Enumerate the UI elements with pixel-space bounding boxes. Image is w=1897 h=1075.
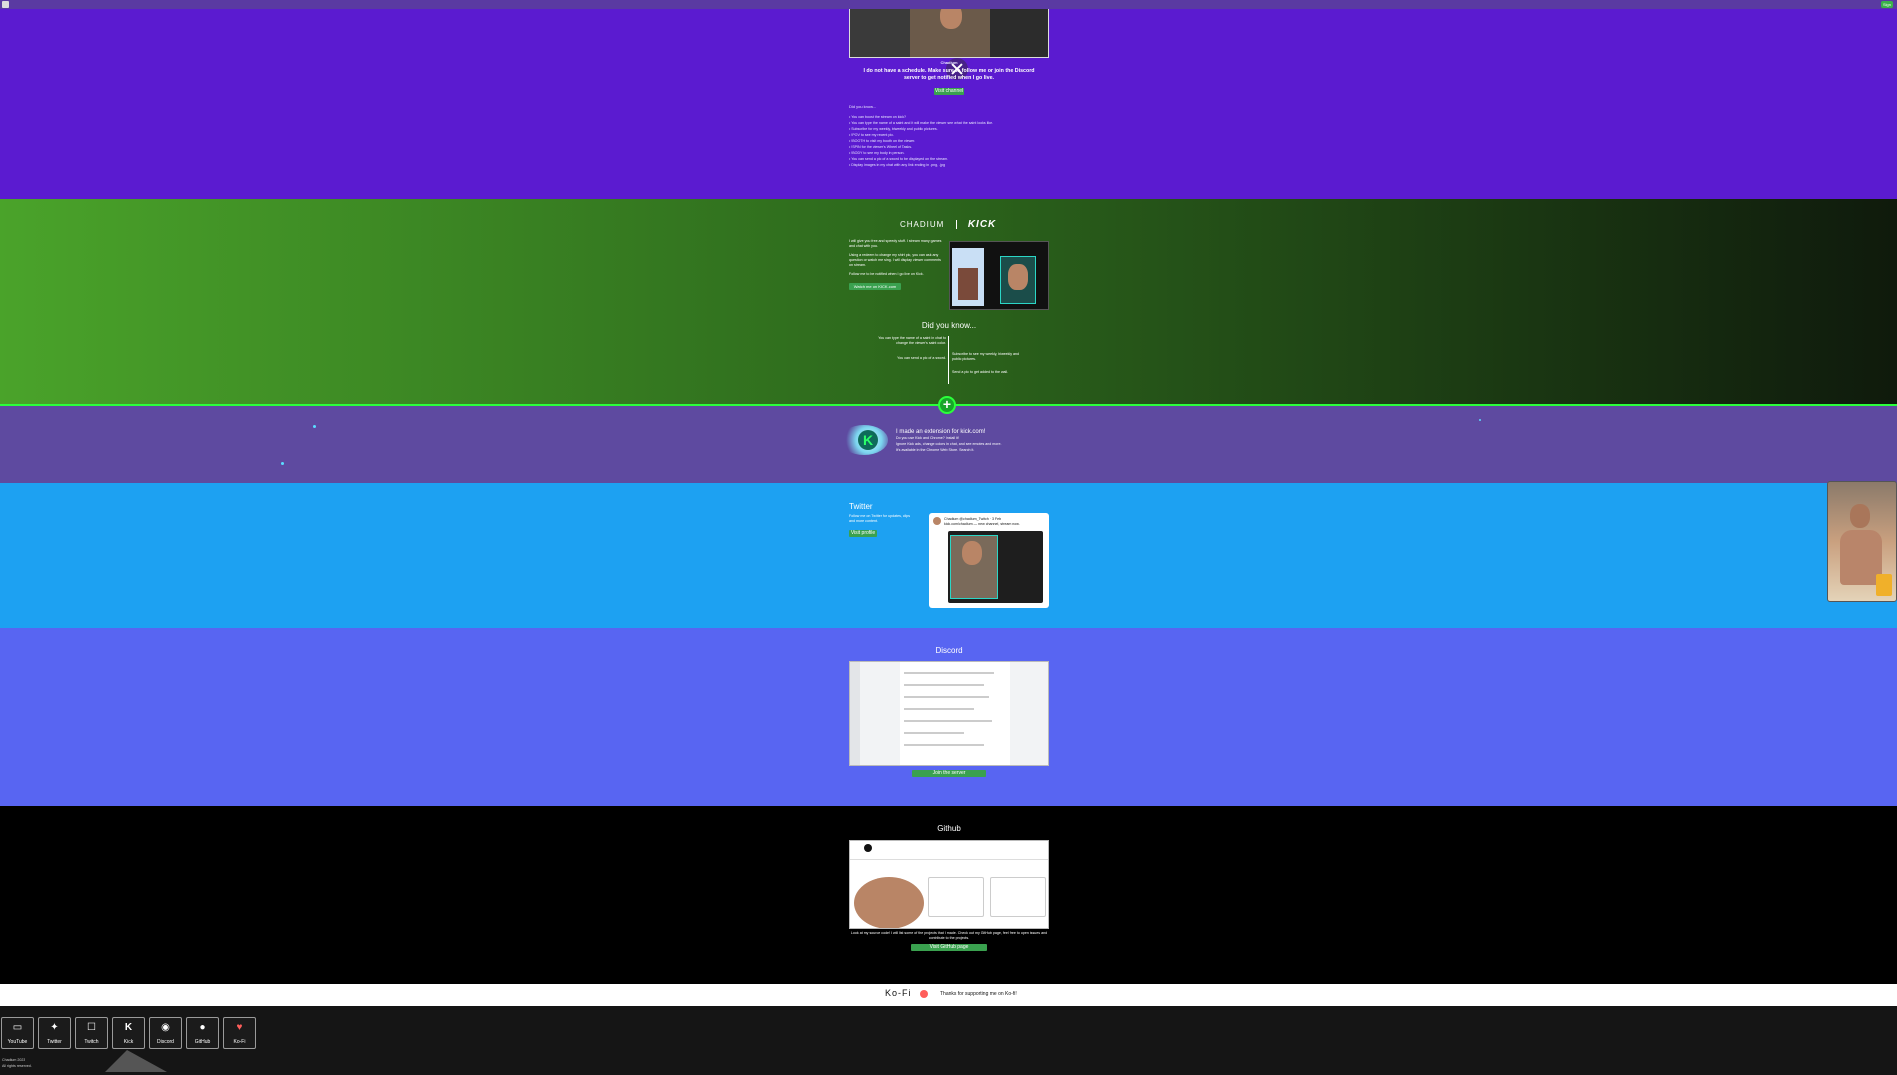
social-kofi[interactable]: ♥ Ko-Fi — [223, 1017, 256, 1049]
kick-paragraph-3: Follow me to be notified when I go live … — [849, 272, 924, 276]
kick-fact: Send a pic to get added to the wall. — [952, 370, 1009, 374]
kofi-icon: ♥ — [236, 1022, 243, 1033]
tweet-text: kick.com/chadium — new channel, stream n… — [944, 522, 1020, 526]
schedule-line-1: I do not have a schedule. Make sure to f… — [863, 68, 1035, 74]
github-icon: ● — [199, 1022, 206, 1033]
sparkle-icon — [313, 425, 316, 428]
extension-line-2: It's available in the Chrome Web Store. … — [896, 448, 975, 452]
kick-fact: Subscribe to see my weekly, biweekly and… — [952, 352, 1020, 361]
top-bar: Sign — [0, 0, 1897, 9]
tweet-card[interactable]: Chadium @chadium_Twitch · 3 Feb kick.com… — [929, 513, 1049, 608]
kick-logo-icon: KICK — [967, 219, 997, 230]
social-twitch[interactable]: ☐ Twitch — [75, 1017, 108, 1049]
kick-paragraph-2: Using a redeem to change my shirt pic, y… — [849, 253, 941, 267]
schedule-line-2: server to get notified when I go live. — [903, 75, 995, 81]
youtube-icon: ▭ — [12, 1022, 23, 1033]
extension-logo-icon[interactable]: K — [840, 425, 888, 455]
twitter-icon: ✦ — [50, 1022, 59, 1033]
social-twitter[interactable]: ✦ Twitter — [38, 1017, 71, 1049]
extension-section: K I made an extension for kick.com! Do y… — [0, 405, 1897, 483]
watch-on-kick-button[interactable]: Watch me on KICK.com — [849, 283, 901, 290]
kick-paragraph-1: I will give you free and speedy stuff. I… — [849, 239, 942, 248]
social-discord[interactable]: ◉ Discord — [149, 1017, 182, 1049]
github-screenshot — [849, 840, 1049, 929]
github-title: Github — [937, 824, 961, 833]
facts-divider — [948, 336, 949, 384]
top-badge[interactable]: Sign — [1881, 1, 1893, 8]
join-discord-button[interactable]: Join the server — [912, 770, 986, 777]
social-youtube[interactable]: ▭ YouTube — [1, 1017, 34, 1049]
list-item: • Display images in my chat with any lin… — [849, 163, 945, 167]
visit-channel-button[interactable]: Visit channel — [934, 88, 964, 95]
discord-screenshot — [849, 661, 1049, 766]
twitter-title: Twitter — [849, 502, 873, 511]
brand-separator — [955, 220, 957, 230]
github-logo-icon — [864, 844, 872, 852]
stream-section: Chadium I do not have a schedule. Make s… — [0, 0, 1897, 199]
kick-fact: You can type the name of a saint in chat… — [878, 336, 946, 345]
github-section: Github Look at my source code! I will li… — [0, 806, 1897, 984]
did-you-know-title: Did you know... — [849, 104, 877, 109]
footer: ▭ YouTube ✦ Twitter ☐ Twitch K Kick ◉ Di… — [0, 1006, 1897, 1075]
kick-did-you-know-title: Did you know... — [921, 321, 977, 330]
twitter-visit-button[interactable]: Visit profile — [849, 530, 877, 537]
sparkle-icon — [281, 462, 284, 465]
stream-caption: Chadium — [940, 60, 958, 65]
chadium-brand: CHADIUM — [900, 220, 945, 229]
kofi-link[interactable]: Ko-Fi — [885, 988, 912, 998]
facecam-overlay[interactable] — [1827, 481, 1897, 602]
twitch-icon: ☐ — [87, 1022, 96, 1033]
kick-screenshot — [949, 241, 1049, 310]
site-logo-icon[interactable] — [2, 1, 9, 8]
social-github[interactable]: ● GitHub — [186, 1017, 219, 1049]
footer-rights: All rights reserved. — [2, 1064, 32, 1068]
tweet-image — [948, 531, 1043, 603]
discord-icon: ◉ — [161, 1022, 170, 1033]
twitter-section: Twitter Follow me on Twitter for updates… — [0, 483, 1897, 628]
footer-decoration — [105, 1050, 167, 1072]
kick-section: CHADIUM KICK I will give you free and sp… — [0, 199, 1897, 405]
kick-icon: K — [124, 1022, 133, 1033]
avatar — [933, 517, 941, 525]
github-description: Look at my source code! I will list some… — [850, 931, 1048, 940]
tweet-author: Chadium @chadium_Twitch · 3 Feb — [944, 517, 1002, 521]
discord-section: Discord Join the server — [0, 628, 1897, 806]
kofi-section: Ko-Fi Thanks for supporting me on Ko-fi! — [0, 984, 1897, 1006]
visit-github-button[interactable]: Visit GitHub page — [911, 944, 987, 951]
add-icon[interactable]: + — [938, 396, 956, 414]
kofi-message: Thanks for supporting me on Ko-fi! — [940, 991, 1017, 997]
kofi-heart-icon — [920, 990, 928, 998]
kick-brand: CHADIUM KICK — [900, 219, 996, 230]
discord-title: Discord — [935, 646, 963, 655]
social-kick[interactable]: K Kick — [112, 1017, 145, 1049]
twitter-text-line-2: and more content. — [849, 519, 878, 523]
kick-fact: You can send a pic of a sword. — [897, 356, 946, 360]
sparkle-icon — [1479, 419, 1481, 421]
